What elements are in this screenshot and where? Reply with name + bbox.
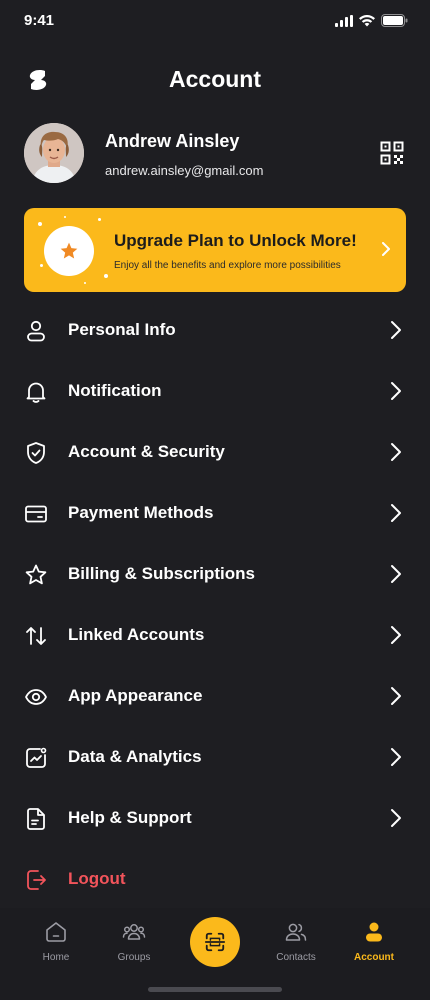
- tab-label: Groups: [117, 952, 151, 963]
- header: Account: [0, 60, 430, 100]
- tab-home[interactable]: Home: [16, 920, 96, 963]
- chevron-right-icon: [391, 687, 401, 705]
- menu-item-account-security[interactable]: Account & Security: [0, 422, 430, 483]
- bell-icon: [26, 382, 46, 403]
- shield-icon: [27, 442, 45, 464]
- menu-label: Account & Security: [68, 442, 225, 461]
- avatar-photo: [24, 123, 84, 183]
- page-title: Account: [169, 66, 261, 92]
- tab-label: Account: [354, 952, 394, 963]
- status-bar: 9:41: [0, 0, 430, 44]
- menu-label: Payment Methods: [68, 503, 214, 522]
- scan-button[interactable]: [190, 917, 240, 967]
- bottom-tab-bar: Home Groups Contacts Account: [0, 908, 430, 1000]
- tab-label: Home: [42, 952, 70, 963]
- tab-account[interactable]: Account: [334, 920, 414, 963]
- account-icon: [366, 922, 382, 942]
- logout-icon: [27, 870, 46, 890]
- chevron-right-icon: [391, 565, 401, 583]
- avatar[interactable]: [24, 123, 84, 183]
- arrows-icon: [26, 627, 46, 645]
- decor-dot: [38, 222, 42, 226]
- status-time: 9:41: [24, 12, 55, 29]
- chevron-right-icon: [391, 626, 401, 644]
- qr-code-icon[interactable]: [380, 141, 404, 165]
- star-icon: [25, 564, 47, 585]
- home-icon: [46, 922, 66, 942]
- upgrade-title: Upgrade Plan to Unlock More!: [114, 231, 357, 250]
- upgrade-subtitle: Enjoy all the benefits and explore more …: [114, 260, 341, 271]
- upgrade-banner[interactable]: Upgrade Plan to Unlock More! Enjoy all t…: [24, 208, 406, 292]
- logout-label: Logout: [68, 869, 126, 888]
- menu-item-data-analytics[interactable]: Data & Analytics: [0, 727, 430, 788]
- chevron-right-icon: [391, 809, 401, 827]
- status-icons: [335, 14, 408, 27]
- menu-label: Billing & Subscriptions: [68, 564, 256, 583]
- tab-groups[interactable]: Groups: [94, 920, 174, 963]
- eye-icon: [25, 689, 47, 705]
- contacts-icon: [285, 923, 307, 941]
- tab-contacts[interactable]: Contacts: [256, 920, 336, 963]
- menu-item-help-support[interactable]: Help & Support: [0, 788, 430, 849]
- chevron-right-icon: [391, 382, 401, 400]
- chevron-right-icon: [391, 748, 401, 766]
- user-icon: [27, 320, 45, 342]
- chevron-right-icon: [391, 504, 401, 522]
- profile-email: andrew.ainsley@gmail.com: [105, 163, 264, 178]
- menu-label: Linked Accounts: [68, 625, 205, 644]
- card-icon: [25, 505, 47, 523]
- chart-icon: [26, 747, 47, 768]
- logout-button[interactable]: Logout: [0, 849, 430, 910]
- menu-label: App Appearance: [68, 686, 203, 705]
- chevron-right-icon: [391, 443, 401, 461]
- chevron-right-icon: [382, 242, 390, 256]
- wifi-icon: [359, 14, 375, 26]
- profile-name: Andrew Ainsley: [105, 131, 240, 151]
- groups-icon: [122, 924, 146, 940]
- menu-label: Personal Info: [68, 320, 176, 339]
- menu-item-notification[interactable]: Notification: [0, 361, 430, 422]
- menu-item-billing-subscriptions[interactable]: Billing & Subscriptions: [0, 544, 430, 605]
- menu-item-payment-methods[interactable]: Payment Methods: [0, 483, 430, 544]
- scan-icon: [204, 932, 226, 952]
- chevron-right-icon: [391, 321, 401, 339]
- menu-item-app-appearance[interactable]: App Appearance: [0, 666, 430, 727]
- settings-menu: Personal Info Notification Account & Sec…: [0, 300, 430, 910]
- decor-dot: [64, 216, 66, 218]
- tab-label: Contacts: [276, 952, 316, 963]
- menu-label: Help & Support: [68, 808, 192, 827]
- decor-dot: [98, 218, 101, 221]
- decor-dot: [84, 282, 86, 284]
- signal-icon: [335, 14, 353, 27]
- decor-dot: [40, 264, 43, 267]
- profile-card[interactable]: Andrew Ainsley andrew.ainsley@gmail.com: [24, 123, 406, 185]
- decor-dot: [104, 274, 108, 278]
- menu-label: Notification: [68, 381, 162, 400]
- menu-item-personal-info[interactable]: Personal Info: [0, 300, 430, 361]
- home-indicator: [148, 987, 282, 992]
- menu-label: Data & Analytics: [68, 747, 202, 766]
- battery-icon: [381, 14, 408, 27]
- star-badge-icon: [60, 242, 78, 259]
- menu-item-linked-accounts[interactable]: Linked Accounts: [0, 605, 430, 666]
- upgrade-badge: [44, 226, 94, 276]
- document-icon: [27, 808, 45, 830]
